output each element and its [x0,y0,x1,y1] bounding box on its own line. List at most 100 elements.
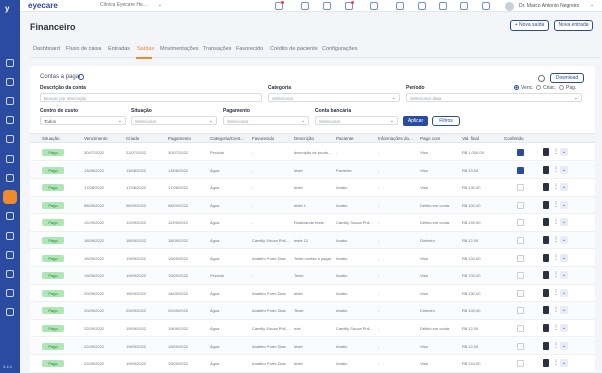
megaphone-icon[interactable] [6,155,14,163]
checked-checkbox[interactable] [517,325,524,332]
category-select[interactable]: Selecionar ⌄ [268,93,400,102]
more-options-icon[interactable]: ⋮ [553,271,559,279]
settings-icon[interactable] [6,308,14,316]
table-row[interactable]: Pago 20/09/2022 18/09/2022 18/09/2022 Água An… [30,284,595,303]
video-icon[interactable] [275,1,284,10]
col-description[interactable]: Descrição [294,136,314,141]
expand-row-icon[interactable]: ⌄ [560,359,568,368]
document-icon[interactable] [543,236,549,244]
finance-icon[interactable] [3,190,17,204]
table-row[interactable]: Pago 20/09/2022 20/09/2022 20/09/2022 Água An… [30,302,595,320]
tab-payees[interactable]: Favorecido [236,46,263,52]
checked-checkbox[interactable] [517,307,524,315]
expand-row-icon[interactable]: ⌄ [560,271,568,280]
document-icon[interactable] [543,306,549,315]
refresh-icon[interactable] [538,75,545,82]
checked-checkbox[interactable] [517,237,524,244]
briefcase-icon[interactable] [301,2,309,10]
new-in-button[interactable]: Nova entrada [554,20,593,31]
logo-icon[interactable]: y [5,4,9,13]
col-checked[interactable]: Conferido [504,136,524,141]
checked-checkbox[interactable] [517,254,524,262]
user-name[interactable]: Dr. Marco Antonio Negreiro [519,3,579,9]
gift-icon[interactable] [418,2,426,10]
tab-outflows[interactable]: Saídas [137,46,154,52]
table-row[interactable]: Pago 17/08/2022 17/08/2022 17/08/2022 Água - t… [30,179,595,197]
more-options-icon[interactable]: ⋮ [553,148,559,156]
expand-row-icon[interactable]: ⌄ [560,218,568,227]
table-row[interactable]: Pago 22/09/2022 19/09/2022 19/09/2022 Água An… [30,337,595,355]
tab-settings[interactable]: Configurações [322,46,357,52]
headset-icon[interactable] [6,232,14,240]
tab-patient-credit[interactable]: Crédito de paciente [270,46,318,52]
document-icon[interactable] [543,253,549,262]
situation-select[interactable]: Selecionar ⌄ [131,116,217,125]
table-row[interactable]: Pago 13/08/2022 13/08/2022 13/08/2022 Água - t… [30,161,595,179]
more-options-icon[interactable]: ⋮ [553,289,559,297]
bell-icon[interactable] [439,2,447,10]
more-options-icon[interactable]: ⋮ [553,218,559,226]
document-icon[interactable] [543,165,549,174]
table-row[interactable]: Pago 22/09/2022 19/09/2022 19/09/2022 Água Ca… [30,320,595,338]
tab-transactions[interactable]: Transações [203,46,232,52]
expand-row-icon[interactable]: ⌄ [560,288,568,297]
chat-icon[interactable] [6,135,14,143]
cost-center-select[interactable]: Todos ⌄ [40,116,126,125]
radio-due[interactable] [514,85,519,90]
clock-icon[interactable] [460,2,468,10]
checked-checkbox[interactable] [517,201,524,209]
file-icon[interactable] [6,116,14,124]
payment-select[interactable]: Selecionar ⌄ [223,116,309,125]
radio-created[interactable] [536,85,541,90]
apply-button[interactable]: Aplicar [403,116,428,126]
checked-checkbox[interactable] [517,289,524,297]
tab-movements[interactable]: Movimentações [160,46,199,52]
box-icon[interactable] [6,212,14,220]
document-icon[interactable] [543,271,549,280]
calculator-icon[interactable] [482,2,490,10]
document-icon[interactable] [543,183,549,192]
table-row[interactable]: Pago 19/09/2022 19/09/2022 19/09/2022 Água An… [30,249,595,267]
refresh-icon[interactable] [396,2,404,10]
pen-icon[interactable] [6,270,14,278]
document-icon[interactable] [543,200,549,209]
expand-row-icon[interactable]: ⌄ [560,200,568,209]
checked-checkbox[interactable] [517,360,524,368]
tab-entries[interactable]: Entradas [108,46,130,52]
document-icon[interactable] [543,359,549,368]
expand-row-icon[interactable]: ⌄ [560,236,568,244]
new-out-button[interactable]: + Nova saída [510,20,549,31]
checked-checkbox[interactable] [517,272,524,280]
radio-paid[interactable] [559,85,564,90]
expand-row-icon[interactable]: ⌄ [560,165,568,174]
table-row[interactable]: Pago 22/09/2022 19/09/2022 19/09/2022 Água An… [30,355,595,373]
bank-account-select[interactable]: Selecionar ⌄ [315,116,398,125]
tab-cash-flow[interactable]: Fluxo de caixa [66,46,101,52]
expand-row-icon[interactable]: ⌄ [560,148,568,156]
checked-checkbox[interactable] [517,166,524,174]
document-icon[interactable] [543,341,549,350]
more-options-icon[interactable]: ⋮ [553,306,559,314]
col-due[interactable]: Vencimento [84,136,108,141]
document-icon[interactable] [543,218,549,227]
more-options-icon[interactable]: ⋮ [553,342,559,350]
tab-dashboard[interactable]: Dashboard [33,46,60,52]
filters-button[interactable]: Filtros [432,116,460,126]
expand-row-icon[interactable]: ⌄ [560,324,568,332]
period-date-select[interactable]: Selecionar data ⌄ [406,93,582,102]
expand-row-icon[interactable]: ⌄ [560,306,568,315]
checked-checkbox[interactable] [517,184,524,192]
document-icon[interactable] [543,288,549,297]
help-icon[interactable] [78,74,84,80]
more-options-icon[interactable]: ⋮ [553,166,559,174]
col-paid-with[interactable]: Pago com [420,136,440,141]
download-button[interactable]: Download [550,73,584,83]
col-final-value[interactable]: Val. final [462,136,479,141]
expand-row-icon[interactable]: ⌄ [560,183,568,192]
checked-checkbox[interactable] [517,342,524,350]
chevron-down-icon[interactable]: ⌄ [590,2,594,8]
megaphone-icon[interactable] [370,2,378,10]
document-icon[interactable] [543,324,549,332]
checked-checkbox[interactable] [517,219,524,227]
more-options-icon[interactable]: ⋮ [553,359,559,367]
